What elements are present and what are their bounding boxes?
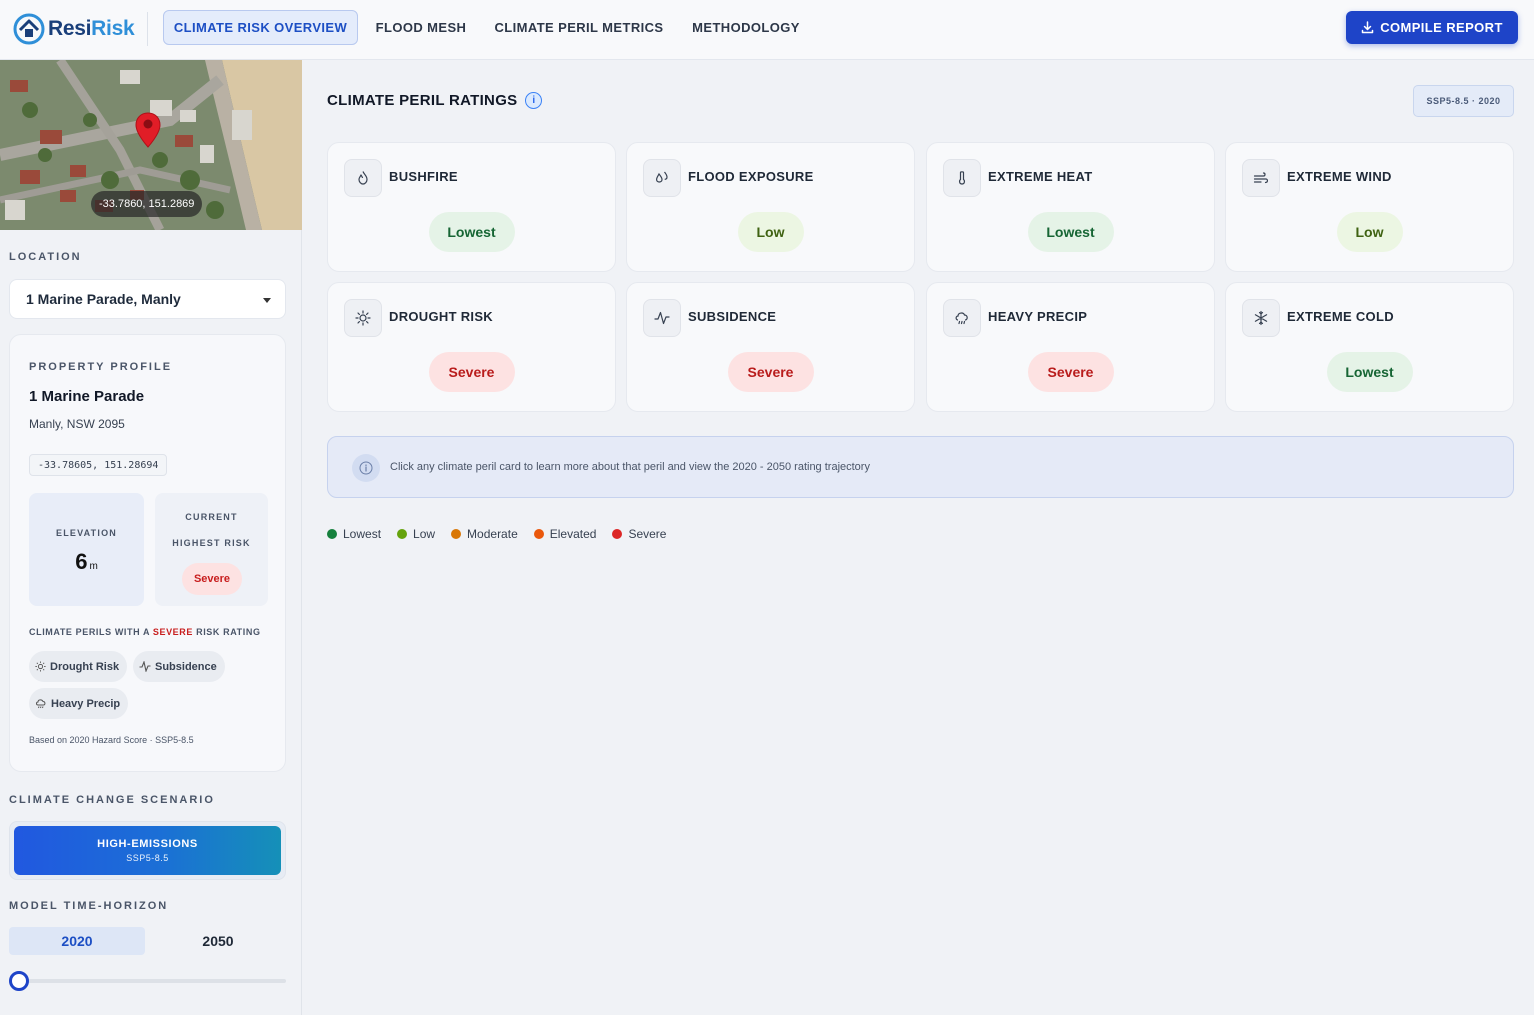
peril-card-drought-risk[interactable]: DROUGHT RISK Severe: [327, 282, 616, 412]
location-select[interactable]: 1 Marine Parade, Manly: [9, 279, 286, 319]
info-banner: Click any climate peril card to learn mo…: [327, 436, 1514, 498]
top-header: ResiRisk CLIMATE RISK OVERVIEW FLOOD MES…: [0, 0, 1534, 60]
legend-dot: [612, 529, 623, 539]
peril-rating-badge: Lowest: [428, 212, 515, 252]
cloud-rain-icon: [36, 699, 46, 709]
rating-legend: Lowest Low Moderate Elevated Severe: [327, 527, 666, 541]
highest-risk-badge: Severe: [182, 563, 242, 595]
legend-item: Moderate: [451, 527, 518, 541]
info-icon[interactable]: i: [525, 92, 543, 109]
time-horizon-slider-track[interactable]: [18, 979, 286, 983]
peril-card-extreme-heat[interactable]: EXTREME HEAT Lowest: [926, 142, 1215, 272]
peril-name: DROUGHT RISK: [389, 309, 493, 324]
highest-risk-label: HIGHEST RISK: [172, 538, 251, 548]
location-pin-icon: [135, 112, 161, 148]
thermometer-icon: [943, 159, 981, 197]
resirisk-logo[interactable]: ResiRisk: [12, 11, 135, 47]
brand-name: ResiRisk: [48, 17, 135, 40]
elevation-value: 6m: [75, 549, 98, 574]
peril-name: SUBSIDENCE: [688, 309, 777, 324]
tab-flood-mesh[interactable]: FLOOD MESH: [366, 10, 476, 45]
scenario-label: CLIMATE CHANGE SCENARIO: [9, 794, 215, 806]
peril-rating-badge: Severe: [1027, 352, 1114, 392]
elevation-stat: ELEVATION 6m: [29, 493, 144, 606]
house-logo-icon: [13, 13, 45, 45]
elevation-label: ELEVATION: [56, 528, 117, 538]
property-suburb: Manly, NSW 2095: [29, 417, 125, 431]
current-label: CURRENT: [185, 512, 238, 522]
year-2050-option[interactable]: 2050: [150, 927, 286, 955]
property-address: 1 Marine Parade: [29, 388, 145, 405]
activity-icon: [139, 661, 151, 672]
severe-peril-chip[interactable]: Subsidence: [133, 651, 225, 682]
location-select-value: 1 Marine Parade, Manly: [26, 291, 181, 307]
peril-card-bushfire[interactable]: BUSHFIRE Lowest: [327, 142, 616, 272]
legend-dot: [327, 529, 337, 539]
download-icon: [1361, 21, 1374, 34]
tab-climate-peril-metrics[interactable]: CLIMATE PERIL METRICS: [488, 10, 670, 45]
year-2020-option[interactable]: 2020: [9, 927, 145, 955]
peril-rating-badge: Lowest: [1027, 212, 1114, 252]
peril-card-flood-exposure[interactable]: FLOOD EXPOSURE Low: [626, 142, 915, 272]
peril-card-heavy-precip[interactable]: HEAVY PRECIP Severe: [926, 282, 1215, 412]
time-horizon-label: MODEL TIME-HORIZON: [9, 900, 169, 912]
severe-perils-heading: CLIMATE PERILS WITH A SEVERE RISK RATING: [29, 627, 261, 637]
peril-name: HEAVY PRECIP: [988, 309, 1088, 324]
activity-icon: [643, 299, 681, 337]
high-emissions-scenario-button[interactable]: HIGH-EMISSIONS SSP5-8.5: [14, 826, 281, 875]
based-on-note: Based on 2020 Hazard Score · SSP5-8.5: [29, 735, 194, 745]
tab-methodology[interactable]: METHODOLOGY: [683, 10, 809, 45]
property-profile-label: PROPERTY PROFILE: [29, 361, 173, 373]
header-divider: [147, 12, 148, 46]
legend-dot: [451, 529, 462, 539]
flame-icon: [344, 159, 382, 197]
satellite-map[interactable]: -33.7860, 151.2869: [0, 60, 302, 230]
peril-rating-badge: Severe: [727, 352, 814, 392]
legend-item: Severe: [612, 527, 666, 541]
legend-item: Lowest: [327, 527, 381, 541]
legend-dot: [533, 529, 544, 539]
legend-item: Low: [397, 527, 435, 541]
tab-climate-risk-overview[interactable]: CLIMATE RISK OVERVIEW: [163, 10, 358, 45]
info-banner-text: Click any climate peril card to learn mo…: [390, 461, 870, 473]
wind-icon: [1242, 159, 1280, 197]
peril-card-extreme-wind[interactable]: EXTREME WIND Low: [1225, 142, 1514, 272]
peril-rating-badge: Low: [737, 212, 804, 252]
scenario-selector: HIGH-EMISSIONS SSP5-8.5: [9, 821, 286, 880]
peril-name: EXTREME HEAT: [988, 169, 1093, 184]
peril-name: EXTREME COLD: [1287, 309, 1394, 324]
info-circle-icon: [352, 454, 380, 482]
peril-name: BUSHFIRE: [389, 169, 458, 184]
cloud-rain-icon: [943, 299, 981, 337]
droplets-icon: [643, 159, 681, 197]
compile-report-label: COMPILE REPORT: [1380, 20, 1503, 35]
sun-icon: [35, 661, 46, 672]
peril-card-extreme-cold[interactable]: EXTREME COLD Lowest: [1225, 282, 1514, 412]
property-profile-card: PROPERTY PROFILE 1 Marine Parade Manly, …: [9, 334, 286, 772]
scenario-year-badge: SSP5-8.5 · 2020: [1413, 85, 1514, 117]
page-title: CLIMATE PERIL RATINGS i: [327, 92, 543, 109]
location-label: LOCATION: [9, 251, 82, 263]
peril-name: FLOOD EXPOSURE: [688, 169, 814, 184]
snowflake-icon: [1242, 299, 1280, 337]
chevron-down-icon: [263, 298, 271, 303]
severe-peril-chip[interactable]: Heavy Precip: [29, 688, 129, 719]
compile-report-button[interactable]: COMPILE REPORT: [1346, 11, 1518, 44]
severe-peril-chip[interactable]: Drought Risk: [29, 651, 128, 682]
peril-rating-badge: Lowest: [1326, 352, 1413, 392]
peril-rating-badge: Severe: [428, 352, 515, 392]
sun-icon: [344, 299, 382, 337]
legend-dot: [397, 529, 408, 539]
legend-item: Elevated: [533, 527, 596, 541]
peril-rating-badge: Low: [1336, 212, 1403, 252]
current-highest-risk-stat: CURRENT HIGHEST RISK Severe: [155, 493, 268, 606]
peril-card-subsidence[interactable]: SUBSIDENCE Severe: [626, 282, 915, 412]
peril-name: EXTREME WIND: [1287, 169, 1392, 184]
property-coordinates: -33.78605, 151.28694: [29, 454, 168, 476]
left-sidebar: -33.7860, 151.2869 LOCATION 1 Marine Par…: [0, 60, 302, 1015]
time-horizon-slider-thumb[interactable]: [9, 971, 29, 991]
map-coordinate-chip: -33.7860, 151.2869: [91, 191, 203, 217]
